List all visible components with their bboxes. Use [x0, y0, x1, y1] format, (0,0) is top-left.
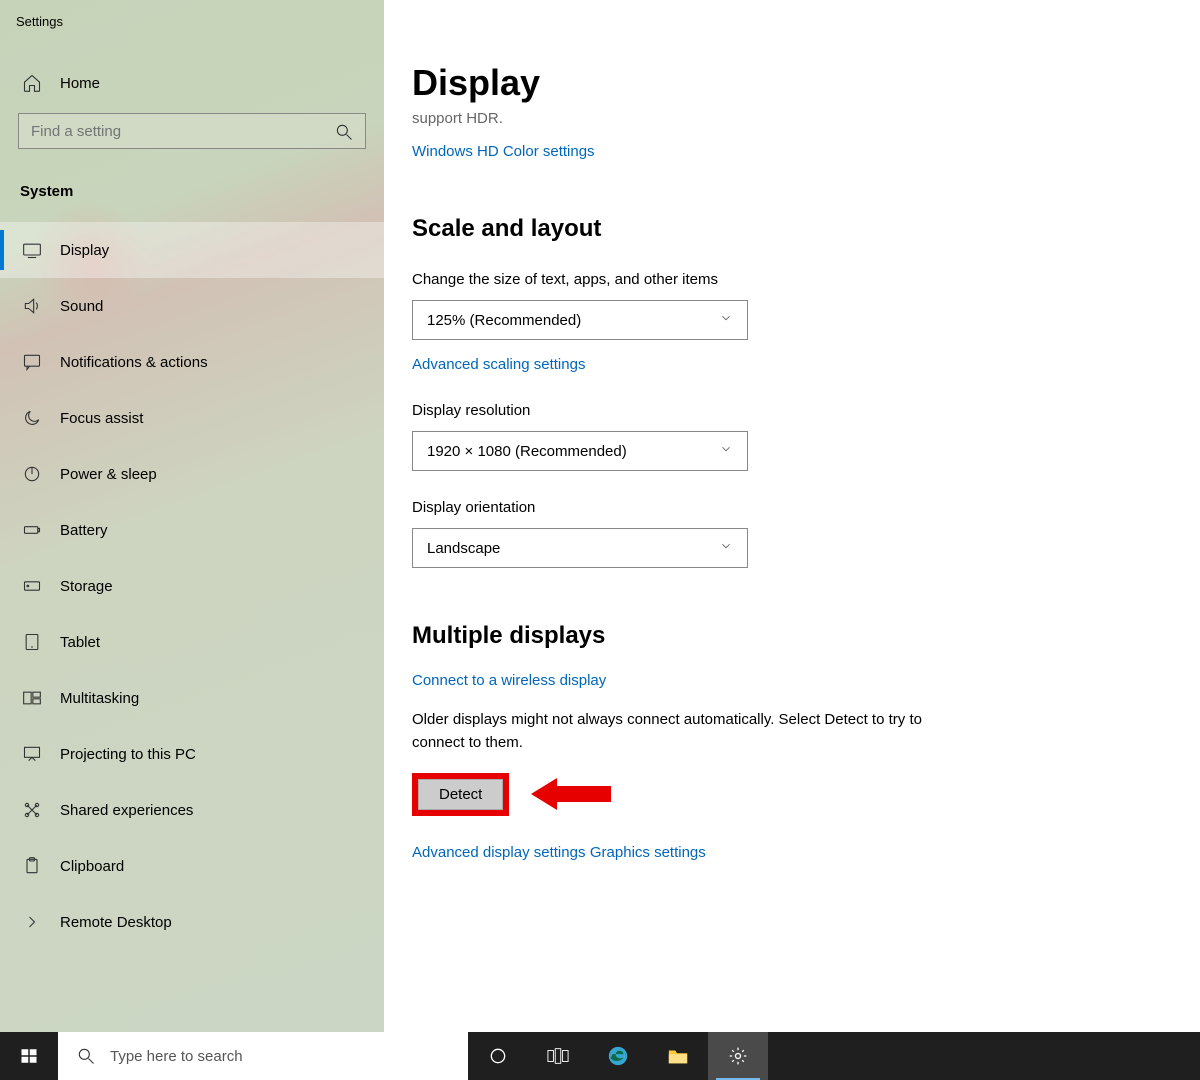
app-title: Settings — [0, 0, 384, 29]
nav-projecting[interactable]: Projecting to this PC — [0, 726, 384, 782]
sidebar: Settings Home System Display Sound Notif… — [0, 0, 384, 1032]
main-content: Display support HDR. Windows HD Color se… — [384, 0, 1200, 1032]
scale-layout-heading: Scale and layout — [412, 215, 1200, 243]
home-button[interactable]: Home — [0, 29, 384, 93]
advanced-display-link[interactable]: Advanced display settings — [412, 844, 585, 861]
annotation-arrow — [531, 776, 611, 812]
scale-dropdown[interactable]: 125% (Recommended) — [412, 300, 748, 340]
shared-icon — [22, 800, 42, 820]
gear-icon — [728, 1046, 748, 1066]
scale-label: Change the size of text, apps, and other… — [412, 271, 1200, 288]
nav-multitasking[interactable]: Multitasking — [0, 670, 384, 726]
hd-color-settings-link[interactable]: Windows HD Color settings — [412, 143, 595, 160]
chevron-down-icon — [719, 442, 733, 460]
nav-shared-experiences[interactable]: Shared experiences — [0, 782, 384, 838]
taskbar-edge[interactable] — [588, 1032, 648, 1080]
nav-remote-desktop[interactable]: Remote Desktop — [0, 894, 384, 950]
orientation-value: Landscape — [427, 540, 500, 557]
moon-icon — [22, 408, 42, 428]
home-icon — [22, 73, 42, 93]
graphics-settings-link[interactable]: Graphics settings — [590, 844, 706, 861]
hdr-truncated-text: support HDR. — [412, 110, 1200, 127]
clipboard-icon — [22, 856, 42, 876]
nav-tablet[interactable]: Tablet — [0, 614, 384, 670]
notifications-icon — [22, 352, 42, 372]
nav-battery[interactable]: Battery — [0, 502, 384, 558]
section-label: System — [0, 149, 384, 200]
tablet-icon — [22, 632, 42, 652]
search-icon — [334, 122, 354, 142]
storage-icon — [22, 576, 42, 596]
advanced-scaling-link[interactable]: Advanced scaling settings — [412, 356, 585, 373]
display-icon — [22, 240, 42, 260]
resolution-value: 1920 × 1080 (Recommended) — [427, 443, 627, 460]
page-title: Display — [412, 0, 1200, 104]
nav-clipboard[interactable]: Clipboard — [0, 838, 384, 894]
detect-highlight: Detect — [412, 773, 509, 816]
projecting-icon — [22, 744, 42, 764]
multiple-displays-heading: Multiple displays — [412, 622, 1200, 650]
battery-icon — [22, 520, 42, 540]
edge-icon — [607, 1045, 629, 1067]
taskview-icon — [547, 1046, 569, 1066]
nav-list: Display Sound Notifications & actions Fo… — [0, 222, 384, 950]
chevron-down-icon — [719, 539, 733, 557]
sound-icon — [22, 296, 42, 316]
detect-button[interactable]: Detect — [418, 779, 503, 810]
scale-value: 125% (Recommended) — [427, 312, 581, 329]
nav-power-sleep[interactable]: Power & sleep — [0, 446, 384, 502]
detect-description: Older displays might not always connect … — [412, 708, 972, 755]
search-input[interactable] — [18, 113, 366, 149]
search-icon — [76, 1046, 96, 1066]
nav-focus-assist[interactable]: Focus assist — [0, 390, 384, 446]
taskbar-settings[interactable] — [708, 1032, 768, 1080]
wireless-display-link[interactable]: Connect to a wireless display — [412, 672, 606, 689]
multitasking-icon — [22, 688, 42, 708]
resolution-label: Display resolution — [412, 402, 1200, 419]
orientation-label: Display orientation — [412, 499, 1200, 516]
start-button[interactable] — [0, 1032, 58, 1080]
taskbar: Type here to search — [0, 1032, 1200, 1080]
windows-icon — [20, 1047, 38, 1065]
folder-icon — [667, 1046, 689, 1066]
orientation-dropdown[interactable]: Landscape — [412, 528, 748, 568]
nav-sound[interactable]: Sound — [0, 278, 384, 334]
remote-icon — [22, 912, 42, 932]
nav-storage[interactable]: Storage — [0, 558, 384, 614]
power-icon — [22, 464, 42, 484]
taskbar-taskview[interactable] — [528, 1032, 588, 1080]
home-label: Home — [60, 75, 100, 92]
taskbar-search[interactable]: Type here to search — [58, 1032, 468, 1080]
resolution-dropdown[interactable]: 1920 × 1080 (Recommended) — [412, 431, 748, 471]
chevron-down-icon — [719, 311, 733, 329]
nav-notifications[interactable]: Notifications & actions — [0, 334, 384, 390]
nav-display[interactable]: Display — [0, 222, 384, 278]
taskbar-explorer[interactable] — [648, 1032, 708, 1080]
cortana-icon — [488, 1046, 508, 1066]
taskbar-cortana[interactable] — [468, 1032, 528, 1080]
taskbar-search-placeholder: Type here to search — [110, 1048, 243, 1065]
